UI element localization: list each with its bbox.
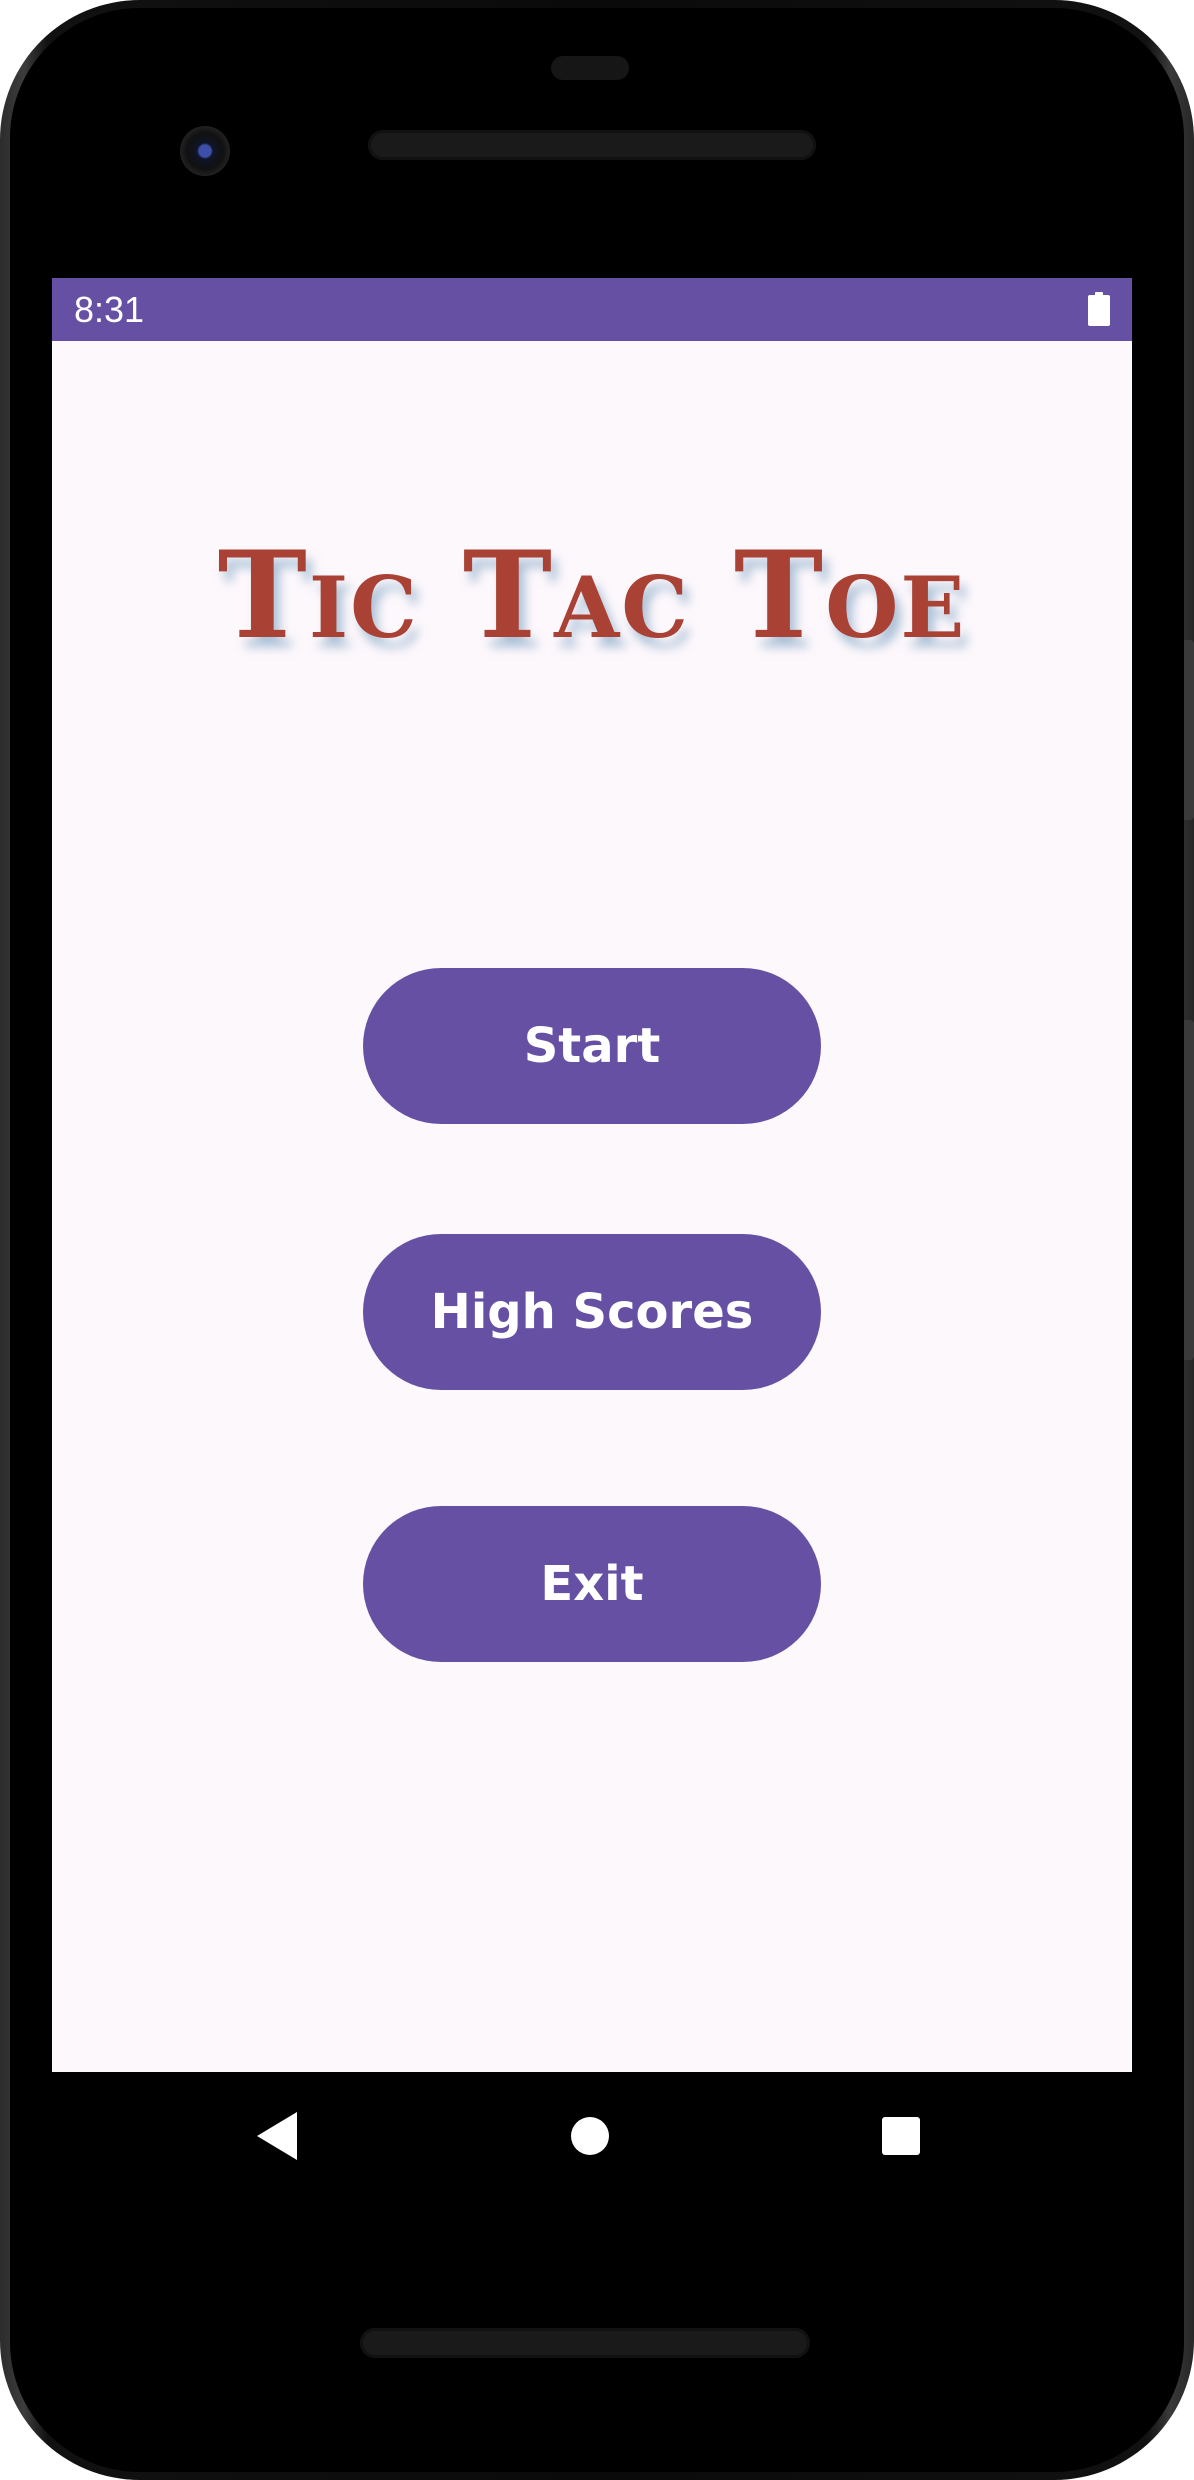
front-camera-icon	[180, 126, 230, 176]
sensor-slot	[551, 56, 629, 80]
start-button[interactable]: Start	[363, 968, 821, 1124]
home-circle-icon[interactable]	[571, 2117, 609, 2155]
app-title: Tic Tac Toe	[217, 525, 967, 666]
exit-button[interactable]: Exit	[363, 1506, 821, 1662]
back-triangle-icon[interactable]	[257, 2112, 297, 2160]
device-screen: 8:31 Tic Tac Toe Start High Scores Exit	[52, 278, 1132, 2072]
battery-full-icon	[1088, 292, 1110, 326]
phone-frame: 8:31 Tic Tac Toe Start High Scores Exit	[0, 0, 1194, 2480]
high-scores-button[interactable]: High Scores	[363, 1234, 821, 1390]
bottom-speaker	[360, 2328, 810, 2358]
earpiece-speaker	[368, 130, 816, 160]
recents-square-icon[interactable]	[882, 2117, 920, 2155]
status-time: 8:31	[74, 289, 145, 330]
status-bar: 8:31	[52, 278, 1132, 341]
navigation-bar	[52, 2072, 1132, 2202]
